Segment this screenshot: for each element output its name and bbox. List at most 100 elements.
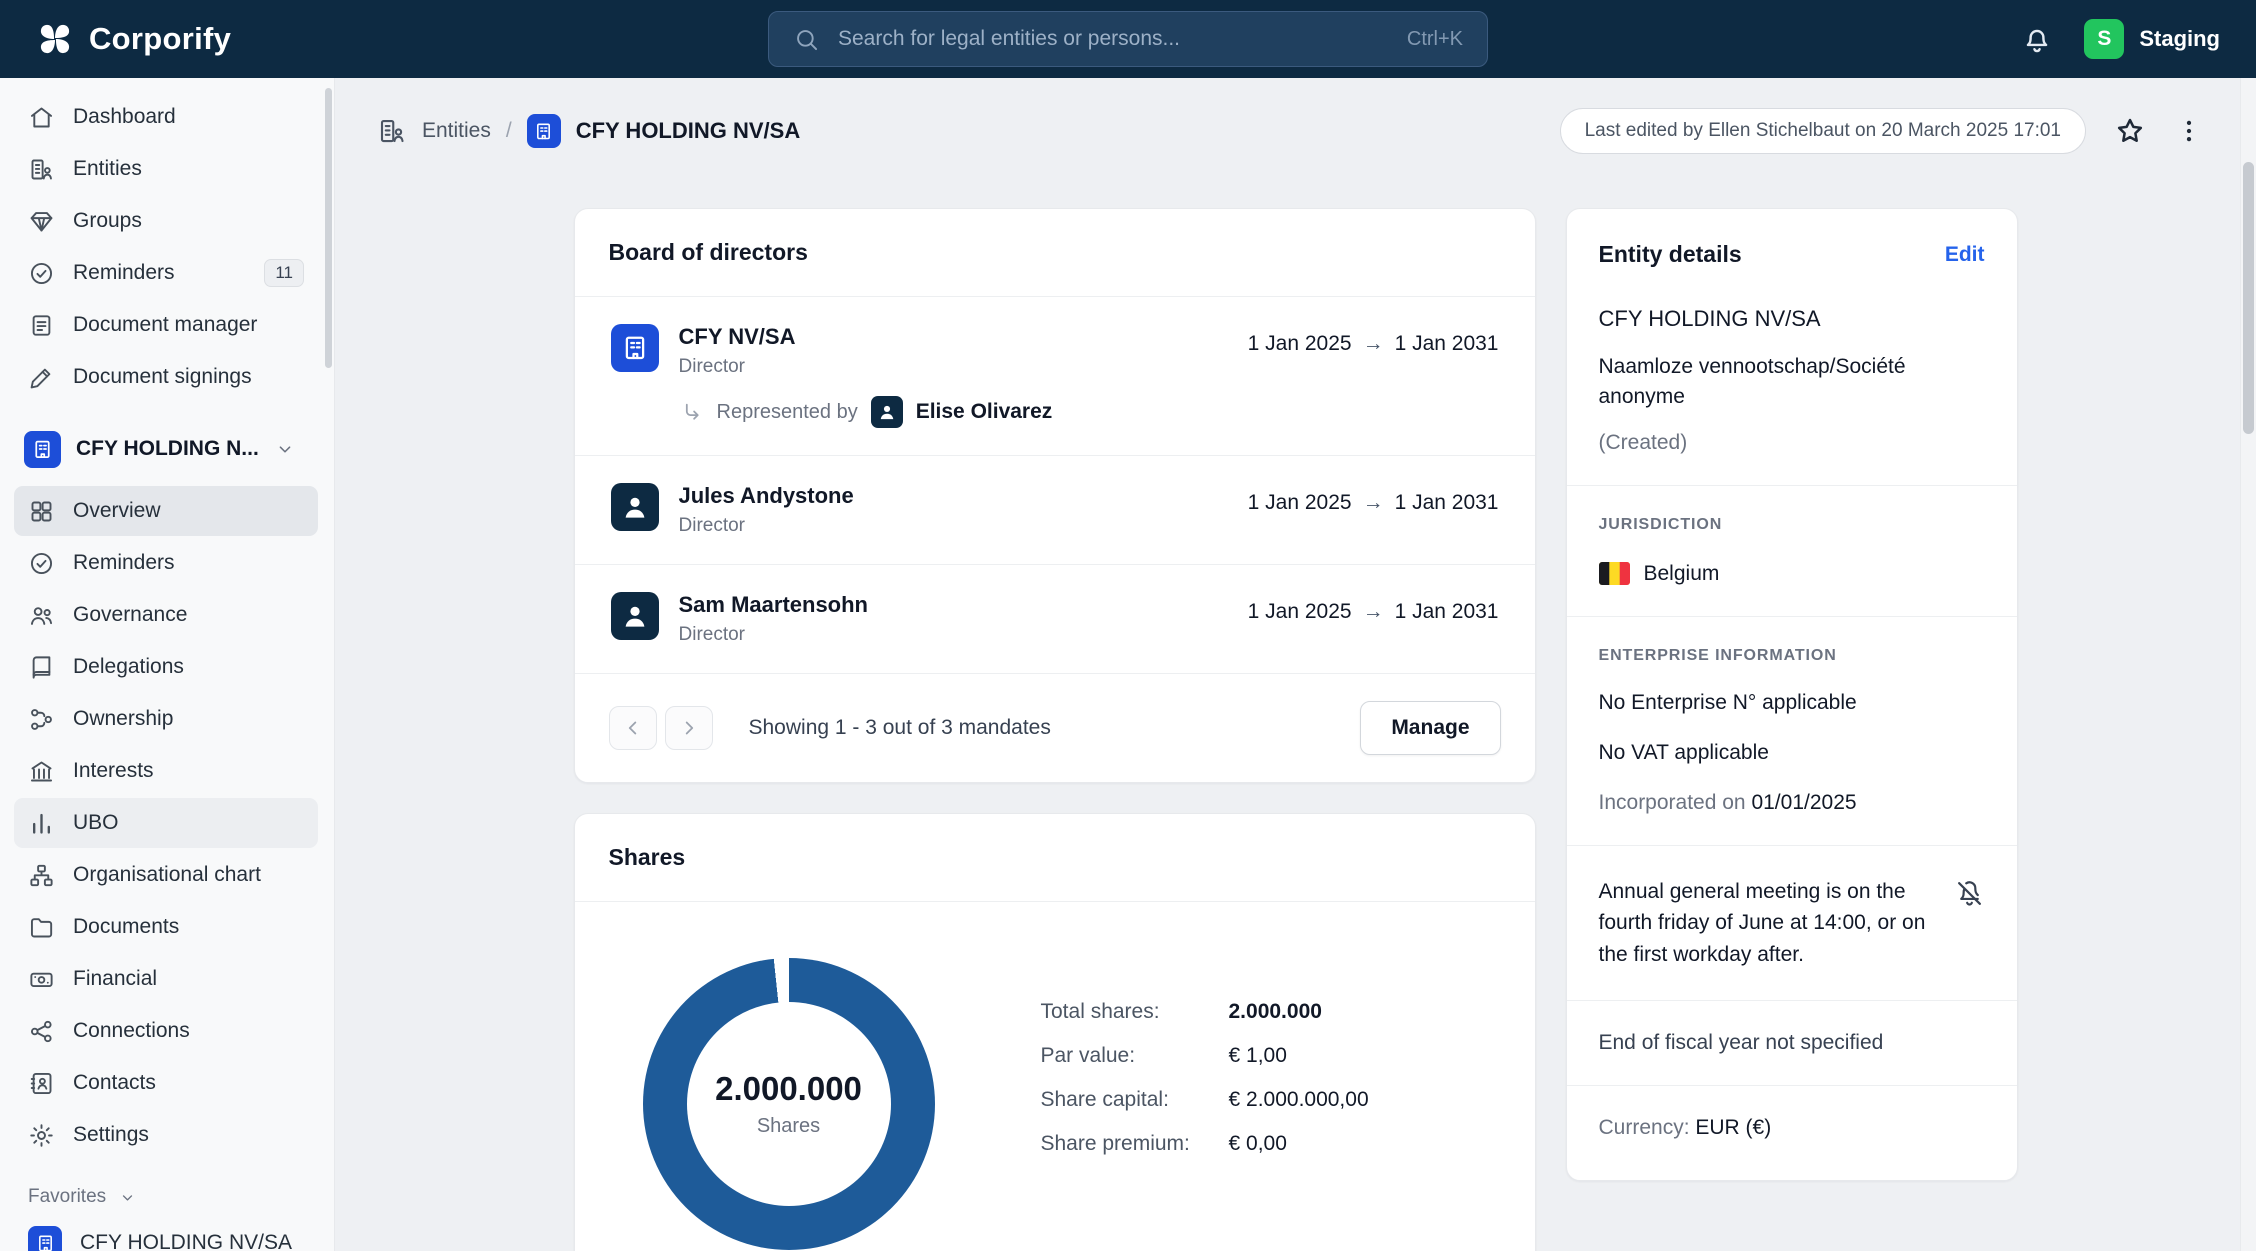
notifications-bell-icon[interactable] bbox=[2020, 22, 2054, 56]
represented-by-label: Represented by bbox=[716, 400, 858, 423]
building-icon bbox=[620, 333, 650, 363]
document-signings-icon bbox=[28, 364, 55, 391]
sidebar-item-governance[interactable]: Governance bbox=[14, 590, 318, 640]
financial-icon bbox=[28, 966, 55, 993]
sidebar-item-entity-reminders[interactable]: Reminders bbox=[14, 538, 318, 588]
mandate-role: Director bbox=[678, 515, 746, 536]
sidebar-item-entities[interactable]: Entities bbox=[14, 144, 318, 194]
building-icon bbox=[533, 121, 554, 142]
main-scrollbar-track[interactable] bbox=[2240, 78, 2256, 1251]
sidebar-item-delegations[interactable]: Delegations bbox=[14, 642, 318, 692]
search-shortcut: Ctrl+K bbox=[1406, 27, 1463, 50]
shares-field-row: Total shares: 2.000.000 bbox=[1041, 1000, 1369, 1024]
pagination-next-button[interactable] bbox=[664, 706, 713, 750]
sidebar-item-reminders[interactable]: Reminders 11 bbox=[14, 248, 318, 298]
ownership-icon bbox=[28, 706, 55, 733]
sidebar-item-ownership[interactable]: Ownership bbox=[14, 694, 318, 744]
interests-icon bbox=[28, 758, 55, 785]
reminders-count-badge: 11 bbox=[264, 259, 304, 287]
sidebar-item-document-manager[interactable]: Document manager bbox=[14, 300, 318, 350]
sidebar-item-settings[interactable]: Settings bbox=[14, 1110, 318, 1160]
favorite-star-icon[interactable] bbox=[2114, 115, 2146, 147]
sidebar-item-dashboard[interactable]: Dashboard bbox=[14, 92, 318, 142]
representative-name: Elise Olivarez bbox=[915, 400, 1053, 423]
sidebar-item-overview[interactable]: Overview bbox=[14, 486, 318, 536]
pagination-prev-button[interactable] bbox=[608, 706, 657, 750]
belgium-flag-icon bbox=[1598, 562, 1630, 586]
mandate-row[interactable]: CFY NV/SA Director Represented by Elise … bbox=[574, 297, 1535, 456]
governance-icon bbox=[28, 602, 55, 629]
corporify-logo-icon bbox=[36, 20, 74, 58]
divider bbox=[1566, 844, 2017, 846]
home-icon bbox=[28, 104, 55, 131]
sidebar-item-label: Documents bbox=[73, 915, 180, 938]
entity-details-card: Entity details Edit CFY HOLDING NV/SA Na… bbox=[1565, 208, 2018, 1182]
sidebar-item-label: Document signings bbox=[73, 365, 252, 388]
field-value: € 0,00 bbox=[1228, 1132, 1287, 1155]
shares-card: Shares 2.000.000 Shares Total shares: 2.… bbox=[573, 813, 1536, 1251]
sidebar-item-financial[interactable]: Financial bbox=[14, 954, 318, 1004]
sidebar-item-ubo[interactable]: UBO bbox=[14, 798, 318, 848]
person-icon bbox=[620, 492, 650, 522]
jurisdiction-value: Belgium bbox=[1643, 561, 1720, 585]
person-avatar bbox=[610, 483, 659, 531]
shares-field-row: Share capital: € 2.000.000,00 bbox=[1041, 1088, 1369, 1112]
topbar: Entities / CFY HOLDING NV/SA Last edited… bbox=[335, 78, 2256, 154]
sidebar-item-groups[interactable]: Groups bbox=[14, 196, 318, 246]
main-scrollbar-thumb[interactable] bbox=[2243, 162, 2254, 434]
entity-selector[interactable]: CFY HOLDING N... bbox=[14, 420, 318, 478]
sidebar-favorite-entity[interactable]: CFY HOLDING NV/SA bbox=[14, 1218, 318, 1251]
main-area: Entities / CFY HOLDING NV/SA Last edited… bbox=[335, 78, 2256, 1251]
sidebar-item-label: UBO bbox=[73, 811, 119, 834]
documents-icon bbox=[28, 914, 55, 941]
sidebar-item-label: Ownership bbox=[73, 707, 174, 730]
bell-off-icon[interactable] bbox=[1954, 878, 1985, 909]
brand[interactable]: Corporify bbox=[36, 20, 231, 58]
sidebar-item-interests[interactable]: Interests bbox=[14, 746, 318, 796]
manage-button[interactable]: Manage bbox=[1360, 701, 1501, 755]
currency-line: Currency: EUR (€) bbox=[1599, 1116, 1985, 1140]
fiscal-year-status: End of fiscal year not specified bbox=[1598, 1031, 1884, 1055]
breadcrumb-entities-link[interactable]: Entities bbox=[422, 119, 491, 143]
sidebar-item-label: Reminders bbox=[73, 261, 175, 284]
search-input[interactable] bbox=[838, 27, 1389, 51]
field-value: 2.000.000 bbox=[1228, 1000, 1322, 1023]
chevron-left-icon bbox=[622, 717, 644, 739]
favorites-header[interactable]: Favorites bbox=[14, 1186, 318, 1208]
mandate-role: Director bbox=[678, 356, 746, 377]
mandate-row[interactable]: Jules Andystone Director 1 Jan 2025 → 1 … bbox=[574, 456, 1535, 565]
mandate-row[interactable]: Sam Maartensohn Director 1 Jan 2025 → 1 … bbox=[574, 565, 1535, 674]
edit-entity-link[interactable]: Edit bbox=[1945, 243, 1985, 267]
mandate-holder-name: Jules Andystone bbox=[678, 483, 854, 508]
global-search[interactable]: Ctrl+K bbox=[768, 11, 1488, 67]
vat-status: No VAT applicable bbox=[1598, 740, 1769, 764]
reminders-icon bbox=[28, 550, 55, 577]
building-icon bbox=[35, 1233, 56, 1251]
sidebar-item-contacts[interactable]: Contacts bbox=[14, 1058, 318, 1108]
shares-field-row: Par value: € 1,00 bbox=[1041, 1044, 1369, 1068]
sidebar-item-organisational-chart[interactable]: Organisational chart bbox=[14, 850, 318, 900]
mandate-start-date: 1 Jan 2025 bbox=[1247, 491, 1352, 514]
incorporated-line: Incorporated on 01/01/2025 bbox=[1599, 791, 1985, 815]
breadcrumb-current: CFY HOLDING NV/SA bbox=[575, 118, 801, 143]
mandate-dates: 1 Jan 2025 → 1 Jan 2031 bbox=[1248, 332, 1499, 356]
sidebar-item-document-signings[interactable]: Document signings bbox=[14, 352, 318, 402]
mandate-end-date: 1 Jan 2031 bbox=[1394, 332, 1499, 355]
field-label: Share premium: bbox=[1040, 1132, 1190, 1155]
entity-chip bbox=[526, 114, 561, 148]
account-env[interactable]: S Staging bbox=[2084, 19, 2220, 59]
pagination-status: Showing 1 - 3 out of 3 mandates bbox=[748, 716, 1051, 739]
board-footer: Showing 1 - 3 out of 3 mandates Manage bbox=[575, 674, 1535, 782]
divider bbox=[1566, 615, 2017, 617]
contacts-icon bbox=[28, 1070, 55, 1097]
entity-avatar bbox=[610, 324, 659, 372]
sidebar-scrollbar[interactable] bbox=[325, 88, 332, 368]
field-value: € 1,00 bbox=[1228, 1044, 1287, 1067]
sidebar-item-label: Dashboard bbox=[73, 105, 176, 128]
more-options-icon[interactable] bbox=[2174, 116, 2204, 146]
account-avatar[interactable]: S bbox=[2084, 19, 2125, 59]
sidebar-item-connections[interactable]: Connections bbox=[14, 1006, 318, 1056]
sidebar-item-label: Governance bbox=[73, 603, 188, 626]
connections-icon bbox=[28, 1018, 55, 1045]
sidebar-item-documents[interactable]: Documents bbox=[14, 902, 318, 952]
